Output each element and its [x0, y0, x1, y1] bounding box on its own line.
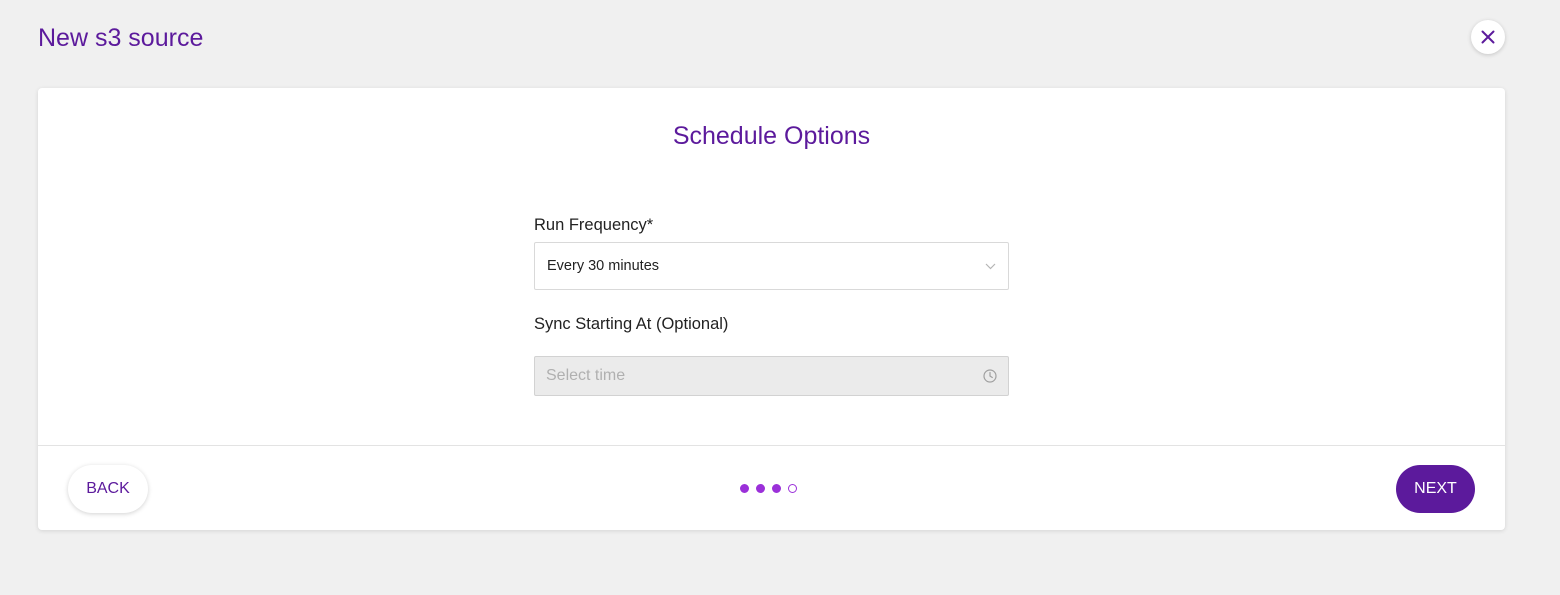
- chevron-down-icon: [985, 263, 996, 269]
- run-frequency-label: Run Frequency*: [534, 216, 654, 234]
- page-title: New s3 source: [38, 24, 204, 52]
- sync-start-time-picker[interactable]: [534, 356, 1009, 396]
- back-button[interactable]: BACK: [68, 465, 148, 513]
- card-title: Schedule Options: [672, 122, 871, 150]
- clock-icon: [983, 369, 997, 383]
- sync-start-input[interactable]: [546, 367, 983, 385]
- step-indicator: [740, 484, 797, 493]
- footer-divider: [38, 445, 1505, 446]
- step-dot-1: [740, 484, 749, 493]
- next-button[interactable]: NEXT: [1396, 465, 1475, 513]
- step-dot-2: [756, 484, 765, 493]
- schedule-card: Schedule Options Run Frequency* Every 30…: [38, 88, 1505, 530]
- close-icon: [1481, 30, 1495, 44]
- run-frequency-select[interactable]: Every 30 minutes: [534, 242, 1009, 290]
- run-frequency-value: Every 30 minutes: [547, 258, 660, 274]
- step-dot-4: [788, 484, 797, 493]
- close-button[interactable]: [1471, 20, 1505, 54]
- sync-start-label: Sync Starting At (Optional): [534, 315, 729, 333]
- step-dot-3: [772, 484, 781, 493]
